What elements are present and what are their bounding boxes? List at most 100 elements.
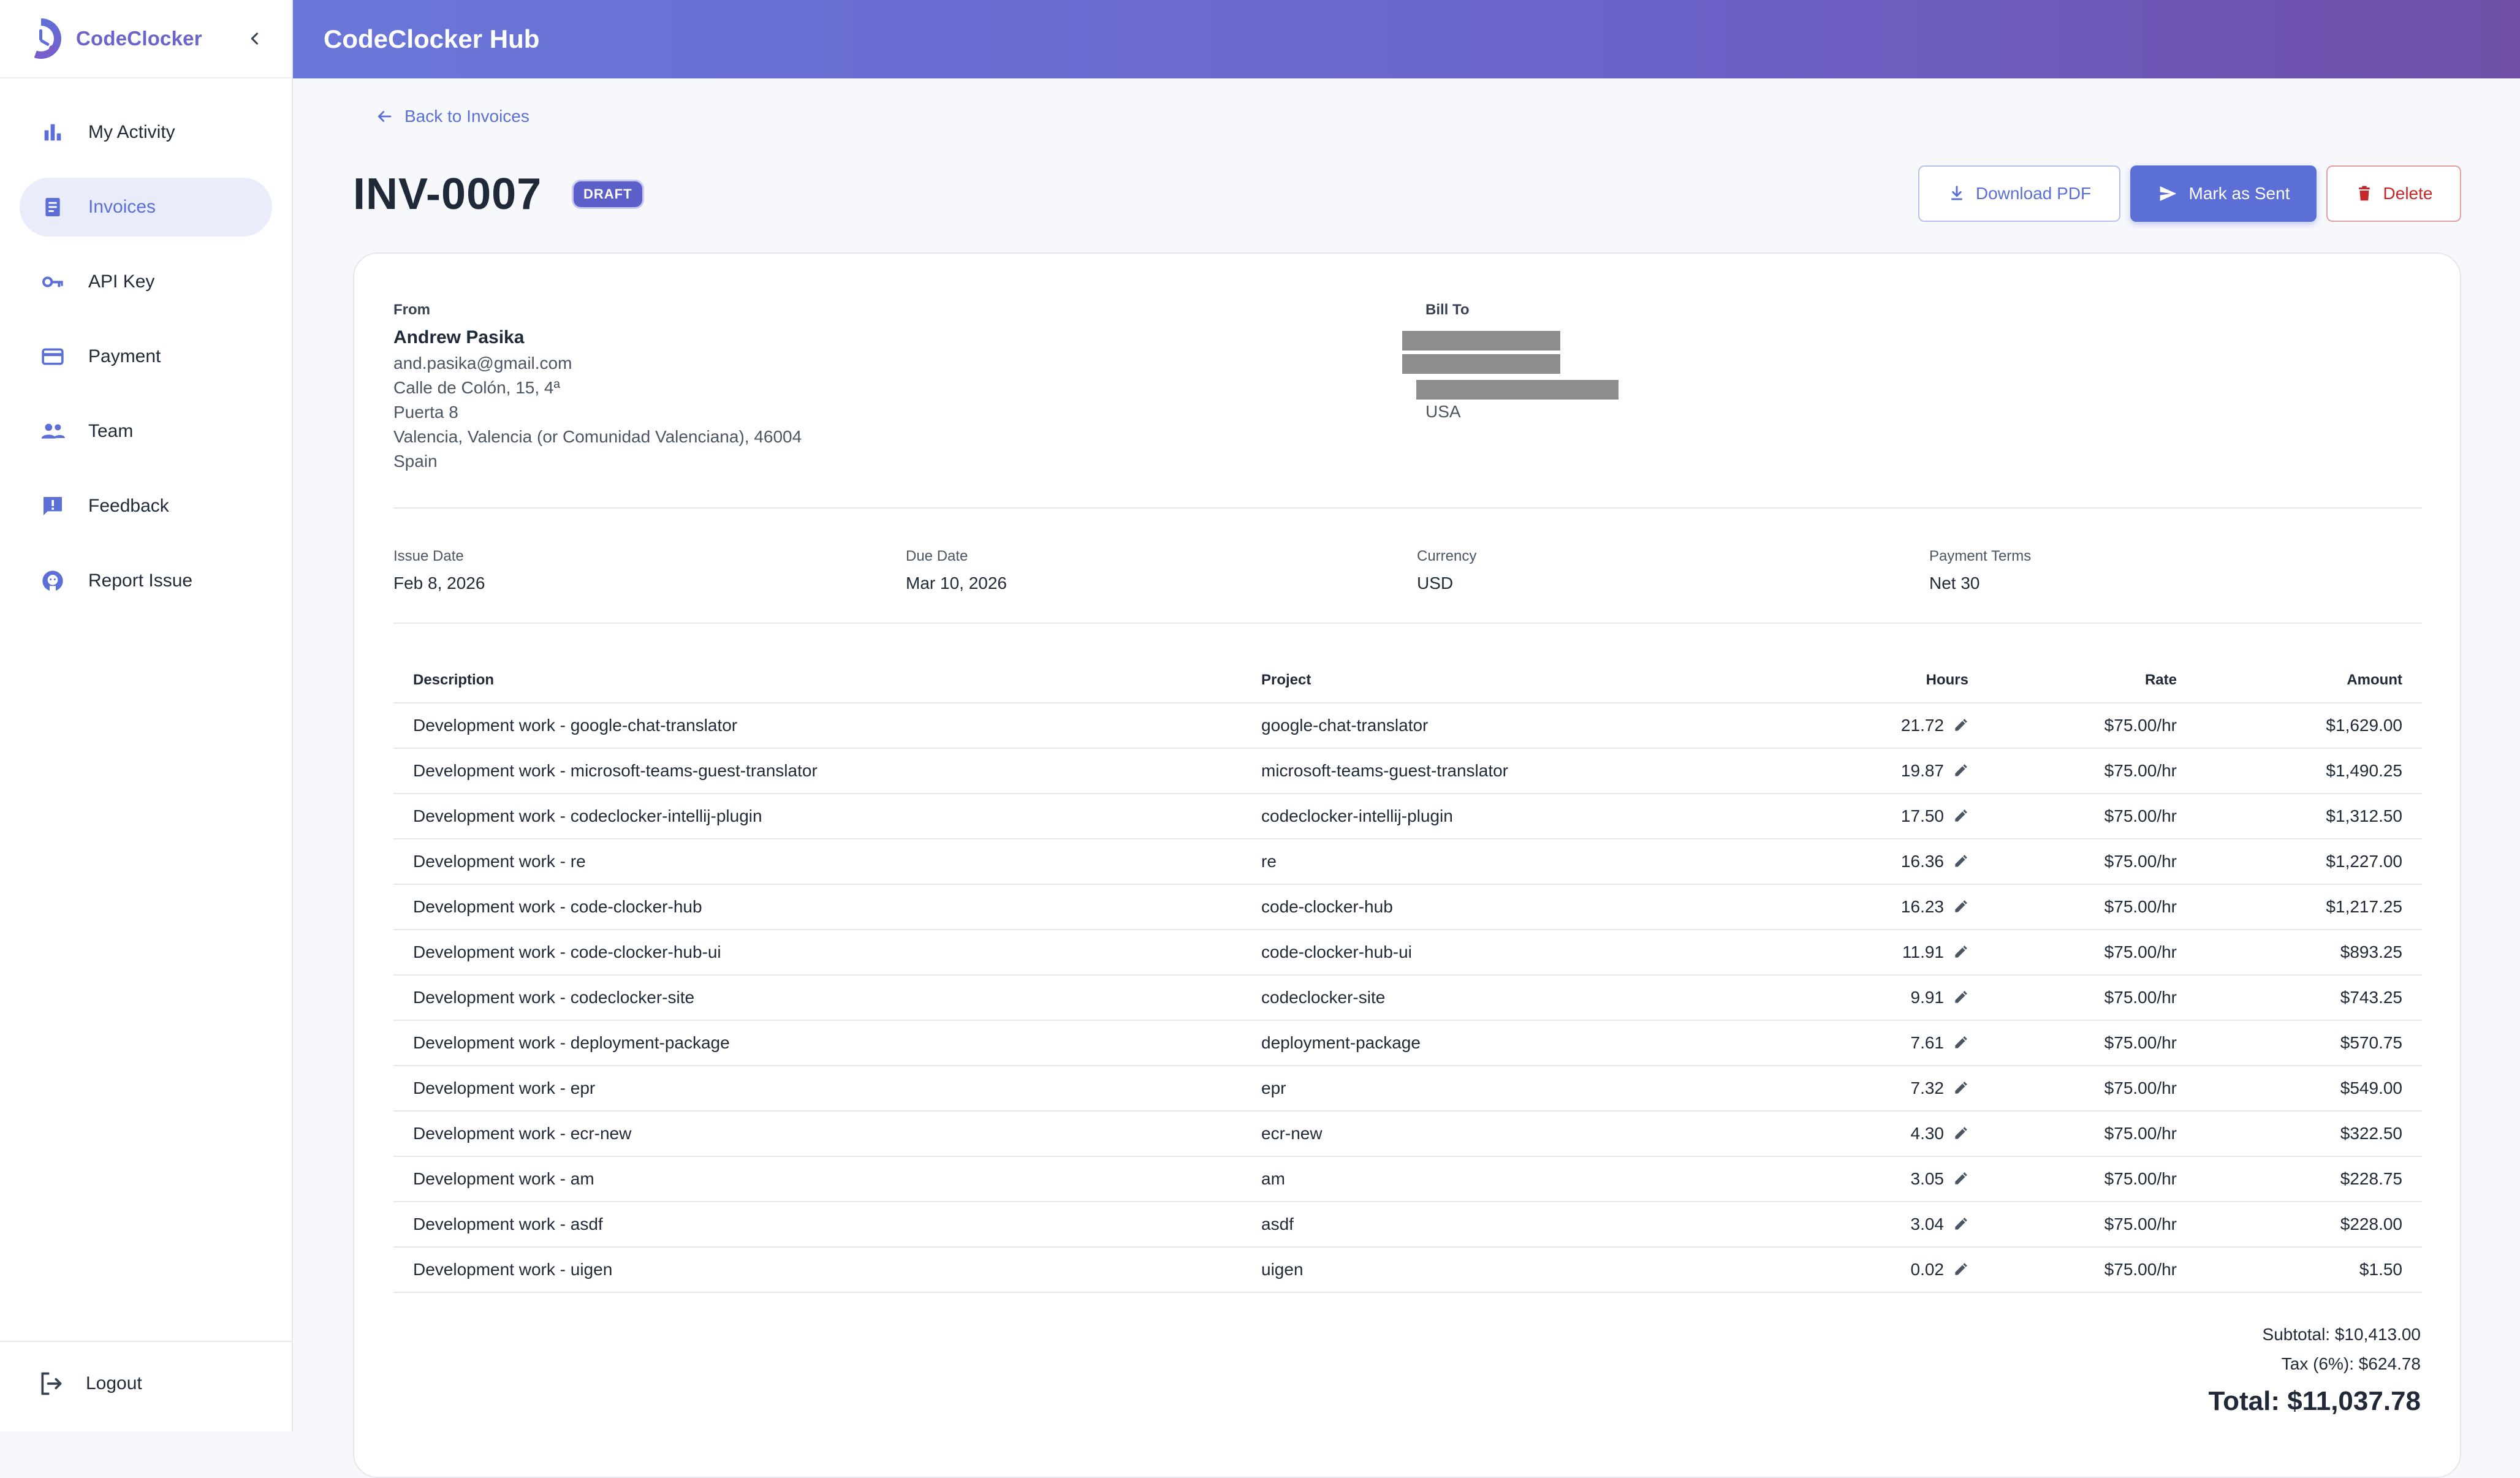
row-amount: $893.25 [2196, 930, 2422, 976]
edit-hours-icon[interactable] [1953, 718, 1968, 733]
edit-hours-icon[interactable] [1953, 854, 1968, 870]
table-row: Development work - epr epr 7.32 $75.00/hr $5… [393, 1066, 2422, 1112]
from-email: and.pasika@gmail.com [393, 354, 572, 373]
sidebar: CodeClocker My Activity Invoices API Key [0, 0, 293, 1431]
sidebar-item-invoices[interactable]: Invoices [20, 178, 272, 237]
row-amount: $743.25 [2196, 975, 2422, 1021]
edit-hours-icon[interactable] [1953, 1262, 1968, 1278]
row-rate: $75.00/hr [1988, 1156, 2196, 1202]
row-project: codeclocker-site [1242, 975, 1820, 1021]
row-project: google-chat-translator [1242, 703, 1820, 749]
currency-label: Currency [1417, 548, 1477, 564]
row-hours: 16.36 [1900, 852, 1944, 871]
row-hours-cell: 3.04 [1820, 1202, 1988, 1248]
edit-hours-icon[interactable] [1953, 990, 1968, 1006]
edit-hours-icon[interactable] [1953, 763, 1968, 779]
row-amount: $1.50 [2196, 1247, 2422, 1293]
issue-date-label: Issue Date [393, 548, 464, 564]
sidebar-item-label: Invoices [88, 197, 156, 217]
row-project: uigen [1242, 1247, 1820, 1293]
sidebar-item-payment[interactable]: Payment [20, 327, 272, 386]
brand-name: CodeClocker [76, 27, 202, 50]
main-content: Back to Invoices INV-0007 DRAFT Download… [293, 78, 2520, 1478]
from-label: From [393, 301, 430, 318]
payment-terms-field: Payment Terms Net 30 [1929, 548, 2031, 593]
edit-hours-icon[interactable] [1953, 1171, 1968, 1187]
row-amount: $570.75 [2196, 1020, 2422, 1066]
row-hours: 7.32 [1910, 1078, 1945, 1097]
row-amount: $1,227.00 [2196, 839, 2422, 885]
key-icon [38, 267, 67, 297]
row-description: Development work - uigen [393, 1247, 1242, 1293]
back-link-label: Back to Invoices [404, 107, 529, 126]
sidebar-item-team[interactable]: Team [20, 402, 272, 461]
table-row: Development work - codeclocker-site codec… [393, 975, 2422, 1021]
column-header-amount: Amount [2196, 658, 2422, 703]
row-amount: $1,490.25 [2196, 748, 2422, 794]
invoice-card: From Andrew Pasika and.pasika@gmail.com … [353, 252, 2461, 1478]
collapse-sidebar-button[interactable] [239, 23, 271, 55]
table-row: Development work - uigen uigen 0.02 $75.00/… [393, 1247, 2422, 1293]
sidebar-item-my-activity[interactable]: My Activity [20, 103, 272, 162]
back-to-invoices-link[interactable]: Back to Invoices [375, 107, 529, 126]
logout-label: Logout [86, 1373, 142, 1393]
sidebar-item-feedback[interactable]: Feedback [20, 477, 272, 536]
row-hours-cell: 21.72 [1820, 703, 1988, 749]
line-items-table: Description Project Hours Rate Amount De… [393, 658, 2422, 1293]
row-rate: $75.00/hr [1988, 748, 2196, 794]
sidebar-footer: Logout [0, 1341, 292, 1431]
credit-card-icon [38, 342, 67, 371]
download-pdf-button[interactable]: Download PDF [1918, 165, 2120, 222]
row-description: Development work - code-clocker-hub [393, 884, 1242, 930]
bill-to-country: USA [1425, 402, 1461, 421]
sidebar-nav: My Activity Invoices API Key Payment Tea… [0, 78, 292, 610]
row-description: Development work - ecr-new [393, 1111, 1242, 1157]
row-rate: $75.00/hr [1988, 1066, 2196, 1112]
row-project: ecr-new [1242, 1111, 1820, 1157]
table-row: Development work - ecr-new ecr-new 4.30 $75… [393, 1111, 2422, 1157]
invoice-number-title: INV-0007 [353, 170, 542, 219]
receipt-icon [38, 192, 67, 222]
row-amount: $228.00 [2196, 1202, 2422, 1248]
sidebar-item-report-issue[interactable]: Report Issue [20, 551, 272, 610]
column-header-hours: Hours [1820, 658, 1988, 703]
row-description: Development work - re [393, 839, 1242, 885]
sidebar-item-label: API Key [88, 271, 155, 292]
row-hours-cell: 16.36 [1820, 839, 1988, 885]
row-hours-cell: 11.91 [1820, 930, 1988, 976]
from-section: From Andrew Pasika and.pasika@gmail.com … [393, 301, 802, 471]
delete-label: Delete [2383, 184, 2433, 203]
row-hours-cell: 7.61 [1820, 1020, 1988, 1066]
sidebar-item-label: Feedback [88, 496, 169, 516]
from-address-line-1: Calle de Colón, 15, 4ª [393, 378, 560, 397]
edit-hours-icon[interactable] [1953, 899, 1968, 915]
edit-hours-icon[interactable] [1953, 808, 1968, 824]
payment-terms-label: Payment Terms [1929, 548, 2032, 564]
row-hours-cell: 0.02 [1820, 1247, 1988, 1293]
table-row: Development work - deployment-package dep… [393, 1020, 2422, 1066]
totals-section: Subtotal: $10,413.00 Tax (6%): $624.78 T… [2209, 1320, 2421, 1417]
logout-button[interactable]: Logout [38, 1370, 142, 1397]
edit-hours-icon[interactable] [1953, 944, 1968, 960]
row-hours: 21.72 [1900, 716, 1944, 735]
mark-as-sent-button[interactable]: Mark as Sent [2130, 165, 2317, 222]
feedback-icon [38, 491, 67, 521]
row-amount: $322.50 [2196, 1111, 2422, 1157]
edit-hours-icon[interactable] [1953, 1035, 1968, 1051]
edit-hours-icon[interactable] [1953, 1126, 1968, 1142]
row-description: Development work - am [393, 1156, 1242, 1202]
row-hours-cell: 7.32 [1820, 1066, 1988, 1112]
row-hours: 4.30 [1910, 1124, 1945, 1143]
sidebar-item-api-key[interactable]: API Key [20, 252, 272, 311]
edit-hours-icon[interactable] [1953, 1216, 1968, 1232]
row-rate: $75.00/hr [1988, 794, 2196, 839]
edit-hours-icon[interactable] [1953, 1080, 1968, 1096]
column-header-project: Project [1242, 658, 1820, 703]
column-header-rate: Rate [1988, 658, 2196, 703]
row-hours: 17.50 [1900, 806, 1944, 825]
delete-button[interactable]: Delete [2326, 165, 2461, 222]
from-city-line: Valencia, Valencia (or Comunidad Valenci… [393, 427, 802, 446]
row-description: Development work - epr [393, 1066, 1242, 1112]
row-amount: $1,629.00 [2196, 703, 2422, 749]
chevron-left-icon [251, 32, 259, 45]
